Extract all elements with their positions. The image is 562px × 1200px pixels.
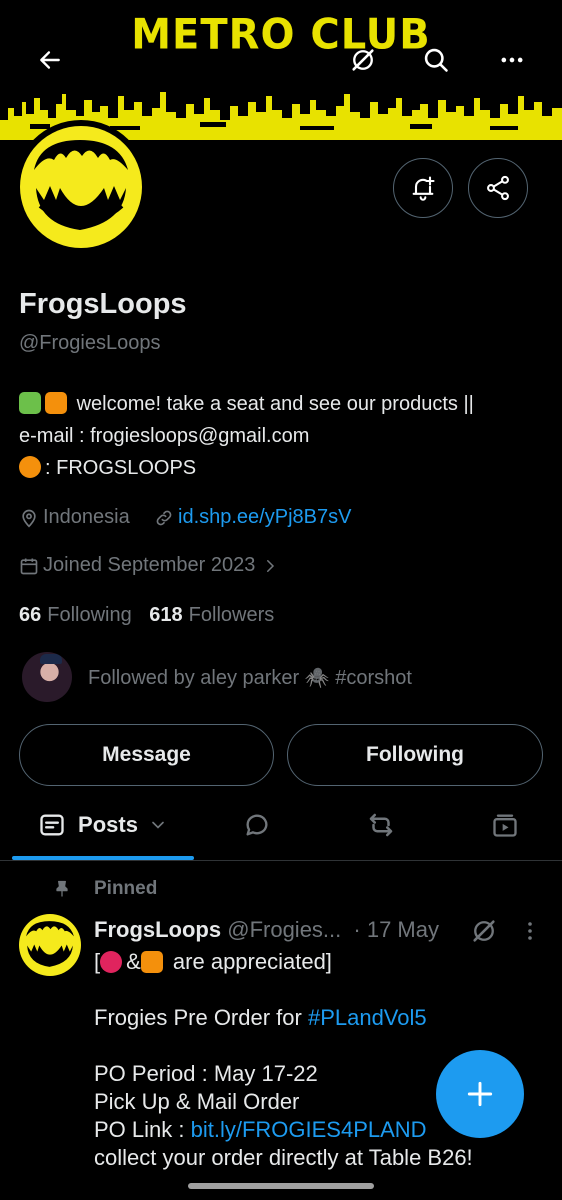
post-header: FrogsLoops @Frogies... · 17 May bbox=[94, 917, 439, 943]
profile-website[interactable]: id.shp.ee/yPj8B7sV bbox=[154, 506, 351, 529]
followers-label: Followers bbox=[188, 604, 275, 626]
bio-line-3: : FROGSLOOPS bbox=[45, 457, 197, 479]
post-line5-prefix: PO Link : bbox=[94, 1117, 191, 1142]
media-icon bbox=[493, 814, 517, 837]
tab-media[interactable] bbox=[470, 790, 540, 860]
frog-logo-image bbox=[34, 140, 128, 230]
post-author-name[interactable]: FrogsLoops bbox=[94, 917, 221, 942]
calendar-icon bbox=[20, 558, 38, 574]
post-author-handle[interactable]: @Frogies... bbox=[227, 917, 341, 942]
compose-post-button[interactable] bbox=[436, 1050, 524, 1138]
repeat-emoji-icon bbox=[140, 951, 163, 973]
profile-location: Indonesia bbox=[19, 506, 130, 529]
grok-icon bbox=[352, 49, 374, 71]
bell-plus-icon bbox=[412, 176, 435, 201]
heart-fire-emoji-icon bbox=[100, 951, 123, 973]
following-label: Following bbox=[47, 604, 132, 626]
joined-text: Joined September 2023 bbox=[43, 554, 256, 576]
location-pin-icon bbox=[22, 509, 36, 528]
search-button[interactable] bbox=[414, 38, 458, 82]
followed-by-row[interactable]: Followed by aley parker 🕷️ #corshot bbox=[22, 652, 412, 702]
follower-avatar bbox=[22, 652, 72, 702]
pinned-text: Pinned bbox=[94, 878, 158, 899]
link-icon bbox=[156, 510, 172, 525]
plus-icon bbox=[467, 1081, 493, 1107]
tab-replies[interactable] bbox=[222, 790, 292, 860]
notification-subscribe-button[interactable] bbox=[393, 158, 453, 218]
share-button[interactable] bbox=[468, 158, 528, 218]
banner-title: METRO CLUB bbox=[131, 10, 431, 60]
chevron-right-icon bbox=[267, 559, 275, 572]
post-line1-suffix: are appreciated] bbox=[166, 949, 332, 974]
profile-name: FrogsLoops bbox=[19, 288, 187, 320]
frog-emoji-icon bbox=[19, 392, 41, 414]
more-options-button[interactable] bbox=[490, 38, 534, 82]
location-text: Indonesia bbox=[43, 506, 130, 528]
profile-avatar[interactable] bbox=[14, 120, 148, 254]
post-more-button[interactable] bbox=[518, 917, 542, 950]
frog-logo-small-image bbox=[26, 921, 74, 967]
tab-posts-label: Posts bbox=[78, 812, 138, 837]
search-icon bbox=[424, 48, 448, 72]
pinned-label: Pinned bbox=[52, 878, 157, 900]
post-author-avatar[interactable] bbox=[19, 914, 81, 976]
grok-icon bbox=[473, 920, 495, 942]
grok-button[interactable] bbox=[341, 38, 385, 82]
tab-posts[interactable]: Posts bbox=[12, 790, 194, 860]
posts-icon bbox=[40, 814, 64, 836]
following-count-link[interactable]: 66 Following bbox=[19, 604, 132, 626]
post-link[interactable]: bit.ly/FROGIES4PLAND bbox=[191, 1117, 427, 1142]
back-button[interactable] bbox=[28, 38, 72, 82]
post-line6: collect your order directly at Table B26… bbox=[94, 1145, 473, 1170]
bio-line-1: welcome! take a seat and see our product… bbox=[76, 393, 474, 415]
profile-tabs: Posts bbox=[0, 790, 562, 861]
system-home-indicator[interactable] bbox=[188, 1183, 374, 1189]
tab-reposts[interactable] bbox=[346, 790, 416, 860]
post-date[interactable]: · 17 May bbox=[353, 917, 439, 942]
post-hashtag[interactable]: #PLandVol5 bbox=[308, 1005, 427, 1030]
profile-joined[interactable]: Joined September 2023 bbox=[19, 554, 283, 577]
arrow-left-icon bbox=[40, 51, 60, 69]
follow-counts: 66 Following 618 Followers bbox=[19, 604, 274, 627]
profile-bio: welcome! take a seat and see our product… bbox=[19, 388, 549, 484]
followers-count: 618 bbox=[149, 604, 183, 626]
post-line1-mid: & bbox=[126, 949, 141, 974]
following-button[interactable]: Following bbox=[287, 724, 543, 786]
message-button[interactable]: Message bbox=[19, 724, 274, 786]
following-count: 66 bbox=[19, 604, 42, 626]
repeat-emoji-icon bbox=[45, 392, 67, 414]
tangerine-emoji-icon bbox=[19, 456, 41, 478]
pin-icon bbox=[56, 880, 68, 897]
website-link[interactable]: id.shp.ee/yPj8B7sV bbox=[178, 506, 351, 529]
profile-handle: @FrogiesLoops bbox=[19, 332, 161, 354]
more-vertical-icon bbox=[528, 922, 532, 940]
reposts-icon bbox=[369, 813, 393, 837]
share-icon bbox=[487, 175, 509, 201]
active-tab-indicator bbox=[12, 856, 194, 860]
chevron-down-icon bbox=[152, 821, 164, 829]
replies-icon bbox=[246, 814, 268, 836]
followers-count-link[interactable]: 618 Followers bbox=[149, 604, 274, 626]
bio-line-2: e-mail : frogiesloops@gmail.com bbox=[19, 425, 310, 447]
more-horizontal-icon bbox=[501, 57, 523, 63]
followed-by-text: Followed by aley parker 🕷️ #corshot bbox=[88, 666, 412, 689]
post-grok-button[interactable] bbox=[470, 917, 498, 950]
profile-banner[interactable]: METRO CLUB bbox=[0, 0, 562, 140]
post-line2-prefix: Frogies Pre Order for bbox=[94, 1005, 308, 1030]
